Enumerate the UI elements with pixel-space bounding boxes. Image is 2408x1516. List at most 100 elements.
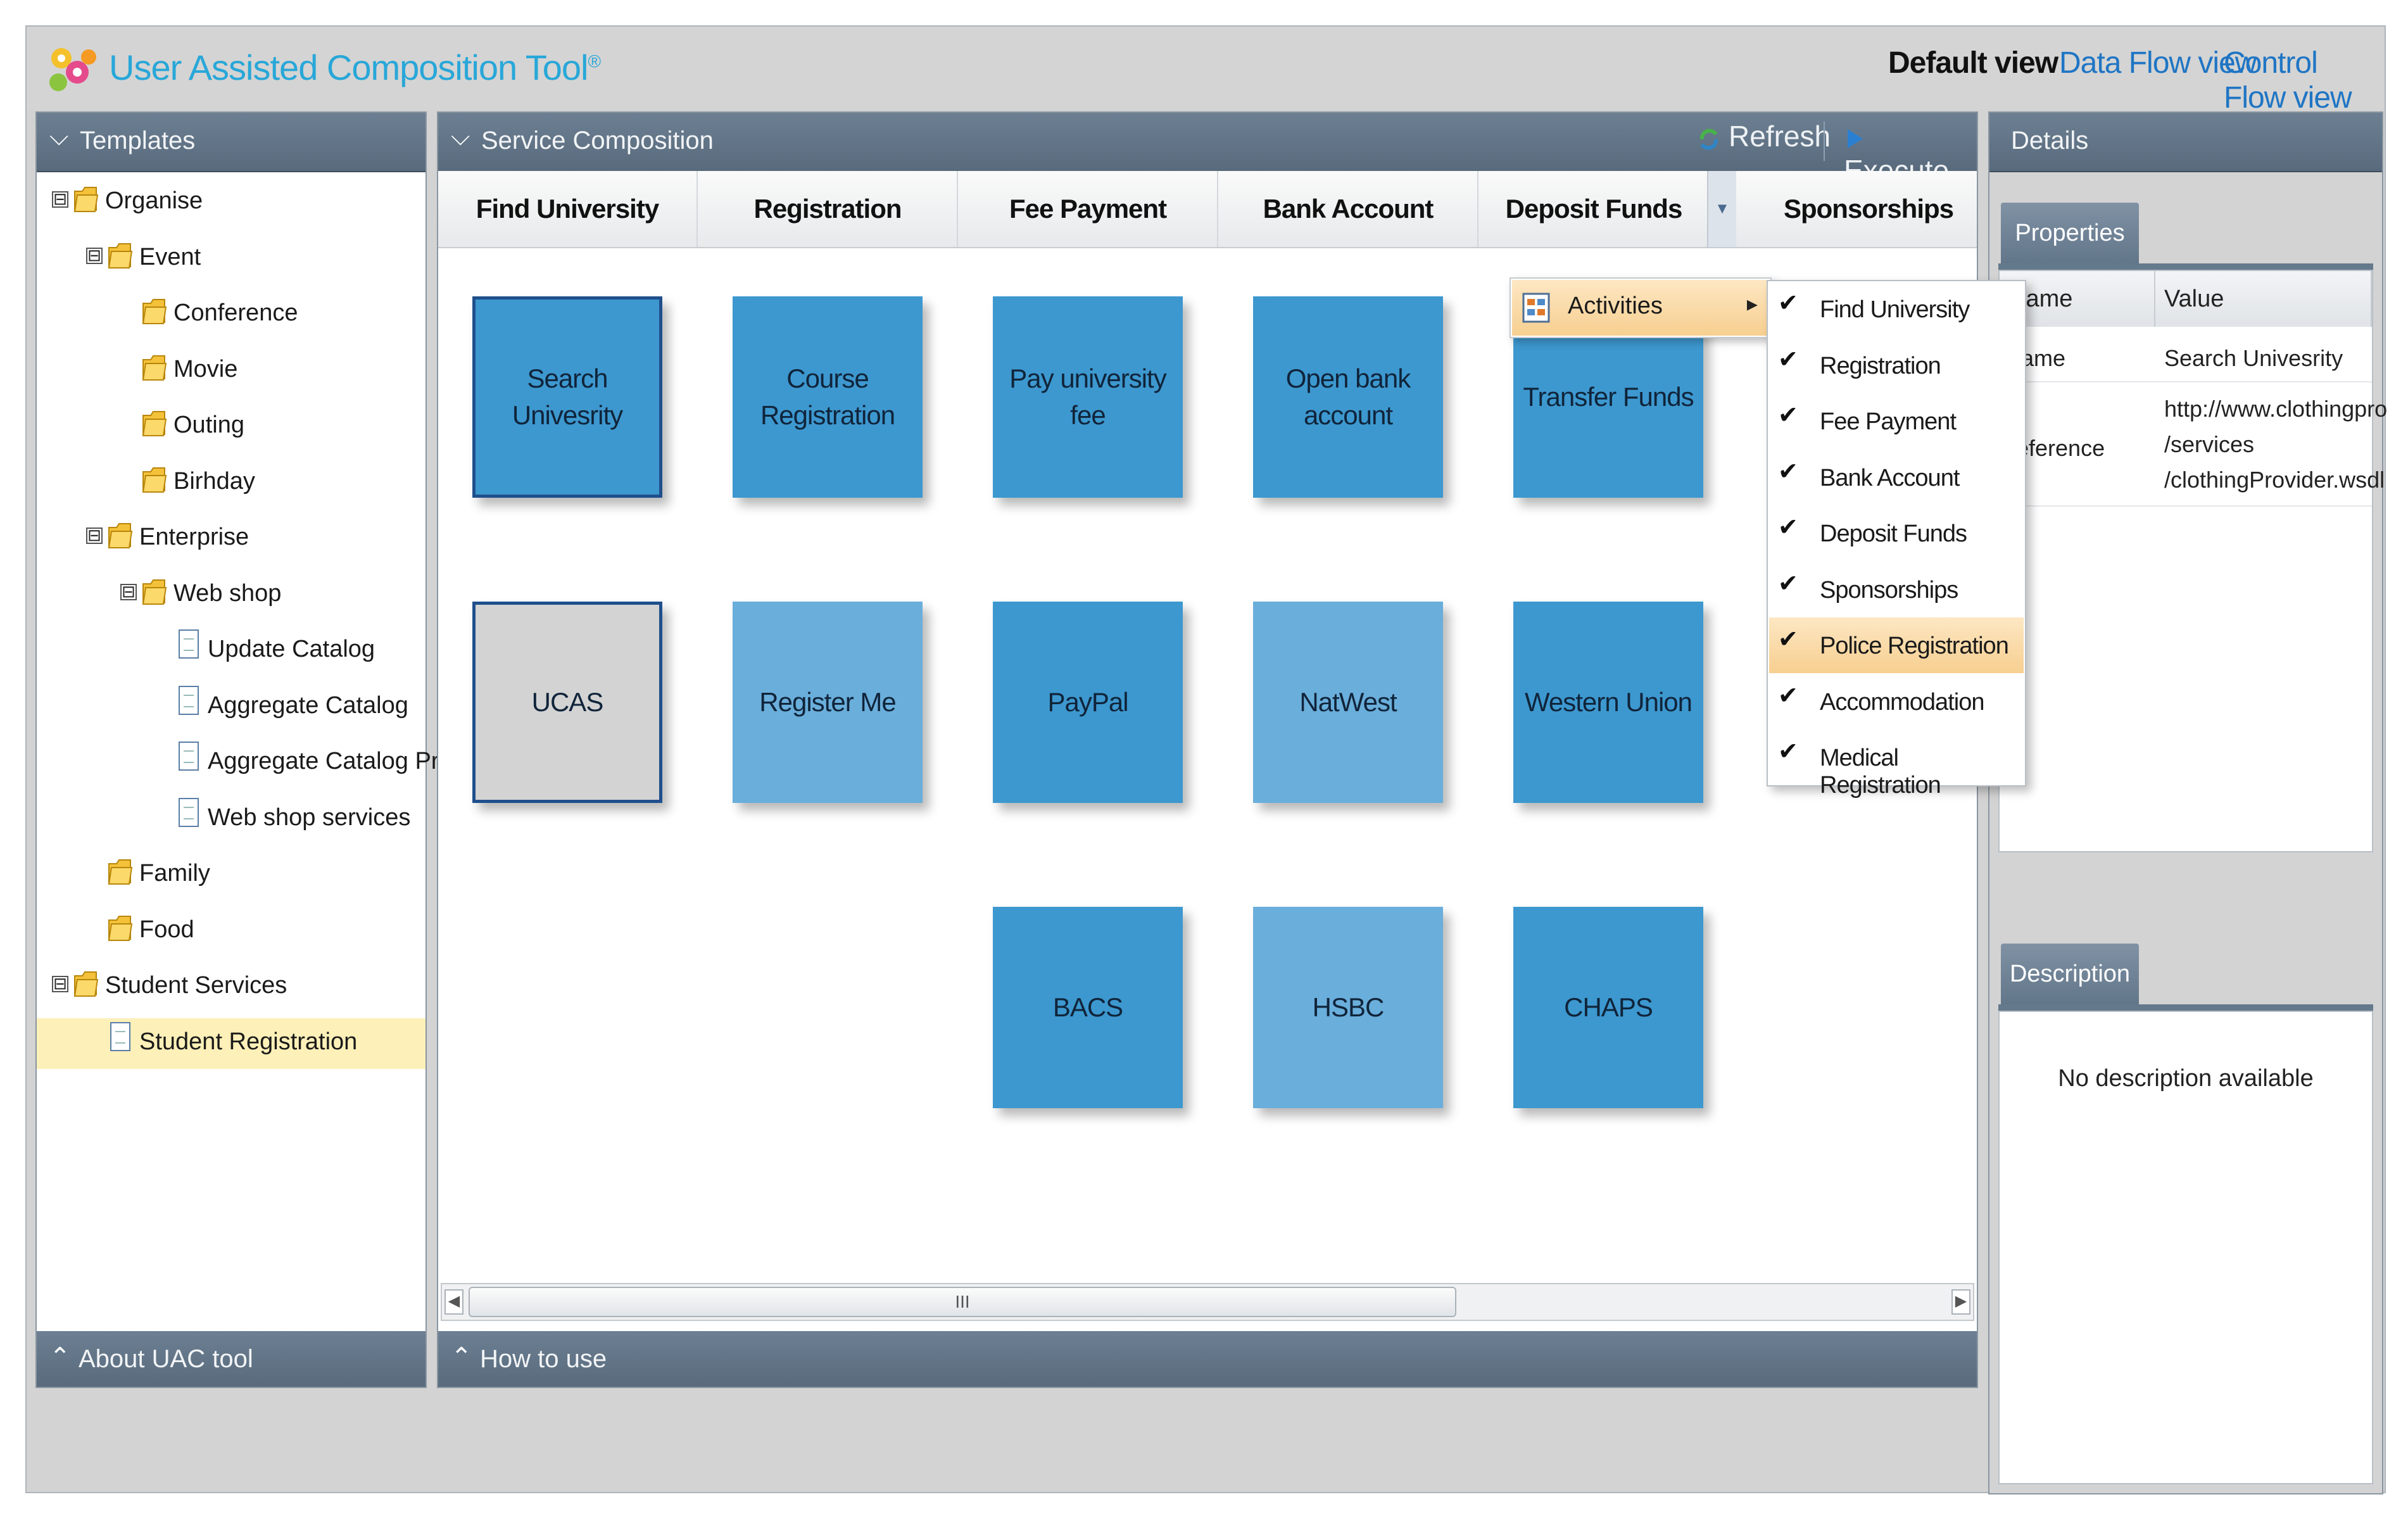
menu-item-sponsorships[interactable]: ✔ Sponsorships xyxy=(1769,562,2024,617)
tree-item-selected[interactable]: Student Registration xyxy=(37,1018,425,1069)
details-panel: Details Properties Name Value name Searc… xyxy=(1988,111,2387,1494)
tree-item[interactable]: Food xyxy=(37,906,425,957)
how-to-use-label: How to use xyxy=(480,1345,607,1373)
menu-item-find-university[interactable]: ✔ Find University xyxy=(1769,281,2024,337)
menu-item-medical-registration[interactable]: ✔ Medical Registration xyxy=(1769,730,2024,799)
refresh-label: Refresh xyxy=(1729,120,1831,153)
menu-item-fee-payment[interactable]: ✔ Fee Payment xyxy=(1769,393,2024,449)
collapse-toggle-icon[interactable]: ⊟ xyxy=(52,975,68,992)
service-tile[interactable]: Pay university fee xyxy=(993,296,1183,498)
play-icon xyxy=(1848,129,1863,148)
tree-item-label: Web shop xyxy=(173,579,282,607)
tree-item[interactable]: Outing xyxy=(37,401,425,452)
templates-panel-title: Templates xyxy=(80,127,196,155)
composition-canvas[interactable]: Search Univesrity Course Registration Pay … xyxy=(438,248,1977,1275)
tree-item[interactable]: Family xyxy=(37,850,425,900)
menu-item-label: Accommodation xyxy=(1820,688,1984,716)
service-tile[interactable]: Open bank account xyxy=(1253,296,1443,498)
tree-item[interactable]: ⊟ Event xyxy=(37,234,425,284)
details-panel-title: Details xyxy=(2011,127,2089,155)
service-tile[interactable]: BACS xyxy=(993,907,1183,1108)
column-header-value[interactable]: Value xyxy=(2155,271,2372,327)
tree-item[interactable]: Aggregate Catalog Produ xyxy=(37,738,479,788)
tree-item[interactable]: ⊟ Organise xyxy=(37,177,425,228)
service-tile[interactable]: NatWest xyxy=(1253,602,1443,803)
registered-mark: ® xyxy=(588,51,601,72)
document-icon xyxy=(179,685,199,715)
tree-item[interactable]: ⊟ Web shop xyxy=(37,570,425,621)
service-tile-label: Pay university fee xyxy=(1009,363,1166,430)
collapse-toggle-icon[interactable]: ⊟ xyxy=(86,247,103,264)
checkmark-icon: ✔ xyxy=(1778,458,1798,485)
column-menu-dropdown-icon[interactable]: ▼ xyxy=(1707,171,1736,247)
tree-item[interactable]: Web shop services xyxy=(37,794,425,845)
activity-column-header: Find University Registration Fee Payment Ba… xyxy=(438,171,1999,248)
default-view-link[interactable]: Default view xyxy=(1888,46,2058,80)
description-text: No description available xyxy=(2058,1065,2314,1092)
menu-item-registration[interactable]: ✔ Registration xyxy=(1769,338,2024,393)
tree-item[interactable]: Conference xyxy=(37,289,425,340)
column-header-sponsorships[interactable]: Sponsorships xyxy=(1739,171,1999,247)
tree-item-label: Event xyxy=(139,243,201,270)
column-header-deposit-funds[interactable]: Deposit Funds xyxy=(1479,171,1710,247)
service-tile-label: UCAS xyxy=(531,687,604,717)
menu-item-bank-account[interactable]: ✔ Bank Account xyxy=(1769,450,2024,505)
tree-item[interactable]: ⊟ Enterprise xyxy=(37,514,425,564)
refresh-icon xyxy=(1699,129,1718,150)
column-header-fee-payment[interactable]: Fee Payment xyxy=(959,171,1218,247)
about-uac-panel-header[interactable]: ⌃ About UAC tool xyxy=(37,1331,425,1387)
tree-item[interactable]: Birhday xyxy=(37,458,425,508)
checkmark-icon: ✔ xyxy=(1778,402,1798,429)
service-tile[interactable]: Western Union xyxy=(1513,602,1703,803)
tree-item[interactable]: Movie xyxy=(37,346,425,396)
menu-item-activities[interactable]: Activities ▸ xyxy=(1512,280,1769,336)
chevron-up-icon[interactable]: ⌃ xyxy=(451,1342,472,1372)
templates-panel-header[interactable]: ⌵ Templates xyxy=(37,113,425,172)
property-value-cell: /clothingProvider.wsdl xyxy=(2164,467,2385,493)
column-header-registration[interactable]: Registration xyxy=(698,171,958,247)
chevron-up-icon[interactable]: ⌃ xyxy=(49,1342,71,1372)
horizontal-scrollbar[interactable]: ◀ III ▶ xyxy=(441,1283,1974,1321)
scroll-right-icon[interactable]: ▶ xyxy=(1951,1289,1970,1315)
menu-item-label: Find University xyxy=(1820,296,1970,323)
service-tile[interactable]: PayPal xyxy=(993,602,1183,803)
service-tile[interactable]: Course Registration xyxy=(733,296,923,498)
tree-item[interactable]: Aggregate Catalog xyxy=(37,682,425,733)
document-icon xyxy=(179,797,199,827)
tab-description[interactable]: Description xyxy=(2001,944,2139,1004)
collapse-toggle-icon[interactable]: ⊟ xyxy=(86,527,103,544)
tab-properties[interactable]: Properties xyxy=(2001,203,2139,263)
tree-item-label: Outing xyxy=(173,412,244,438)
scrollbar-thumb[interactable]: III xyxy=(469,1287,1456,1317)
chevron-down-icon[interactable]: ⌵ xyxy=(451,123,470,151)
chevron-down-icon[interactable]: ⌵ xyxy=(49,123,68,151)
tree-item[interactable]: Update Catalog xyxy=(37,626,425,676)
service-tile-label: Open bank account xyxy=(1285,363,1411,430)
refresh-button[interactable]: Refresh xyxy=(1698,119,1831,163)
column-header-find-university[interactable]: Find University xyxy=(438,171,698,247)
execute-button[interactable]: Execute xyxy=(1844,119,1977,187)
control-flow-view-link[interactable]: Control Flow view xyxy=(2224,46,2385,115)
menu-item-accommodation[interactable]: ✔ Accommodation xyxy=(1769,674,2024,730)
service-tile[interactable]: UCAS xyxy=(472,602,662,803)
folder-icon xyxy=(108,859,133,885)
service-tile[interactable]: Register Me xyxy=(733,602,923,803)
submenu-arrow-icon: ▸ xyxy=(1746,292,1758,316)
tree-item-label: Conference xyxy=(173,300,298,326)
toolbar-divider xyxy=(1824,122,1825,161)
column-header-bank-account[interactable]: Bank Account xyxy=(1219,171,1478,247)
service-tile[interactable]: HSBC xyxy=(1253,907,1443,1108)
service-tile[interactable]: Search Univesrity xyxy=(472,296,662,498)
menu-item-police-registration[interactable]: ✔ Police Registration xyxy=(1769,617,2024,673)
tree-item[interactable]: ⊟ Student Services xyxy=(37,962,425,1013)
menu-item-deposit-funds[interactable]: ✔ Deposit Funds xyxy=(1769,505,2024,561)
collapse-toggle-icon[interactable]: ⊟ xyxy=(120,583,137,600)
service-tile-label: CHAPS xyxy=(1564,992,1653,1022)
service-tile[interactable]: CHAPS xyxy=(1513,907,1703,1108)
collapse-toggle-icon[interactable]: ⊟ xyxy=(52,191,68,208)
scroll-left-icon[interactable]: ◀ xyxy=(444,1289,463,1315)
property-value-cell: http://www.clothingpro xyxy=(2164,396,2388,422)
top-bar: User Assisted Composition Tool® Default … xyxy=(27,27,2385,115)
folder-icon xyxy=(142,355,167,381)
how-to-use-panel-header[interactable]: ⌃ How to use xyxy=(438,1331,1977,1387)
